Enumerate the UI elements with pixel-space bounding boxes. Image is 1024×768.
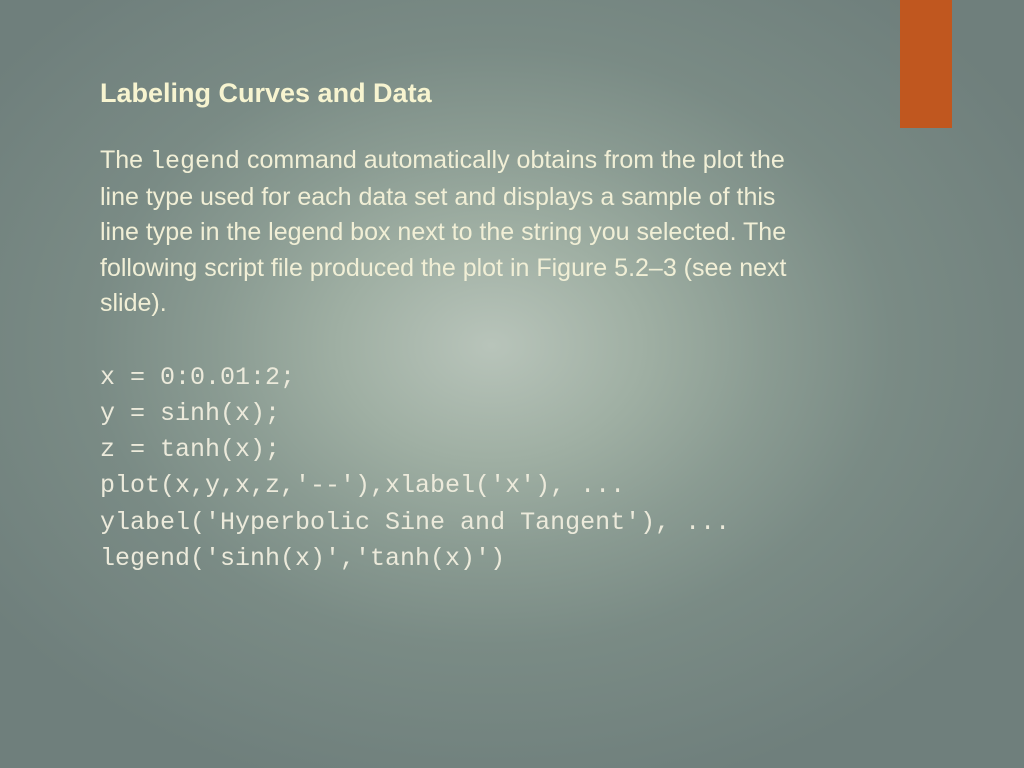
accent-tab [900, 0, 952, 128]
paragraph-command: legend [150, 147, 240, 176]
code-block: x = 0:0.01:2; y = sinh(x); z = tanh(x); … [100, 360, 820, 578]
slide-title: Labeling Curves and Data [100, 78, 820, 109]
slide-content: Labeling Curves and Data The legend comm… [100, 78, 820, 577]
paragraph-pre: The [100, 146, 150, 174]
slide-paragraph: The legend command automatically obtains… [100, 143, 820, 322]
